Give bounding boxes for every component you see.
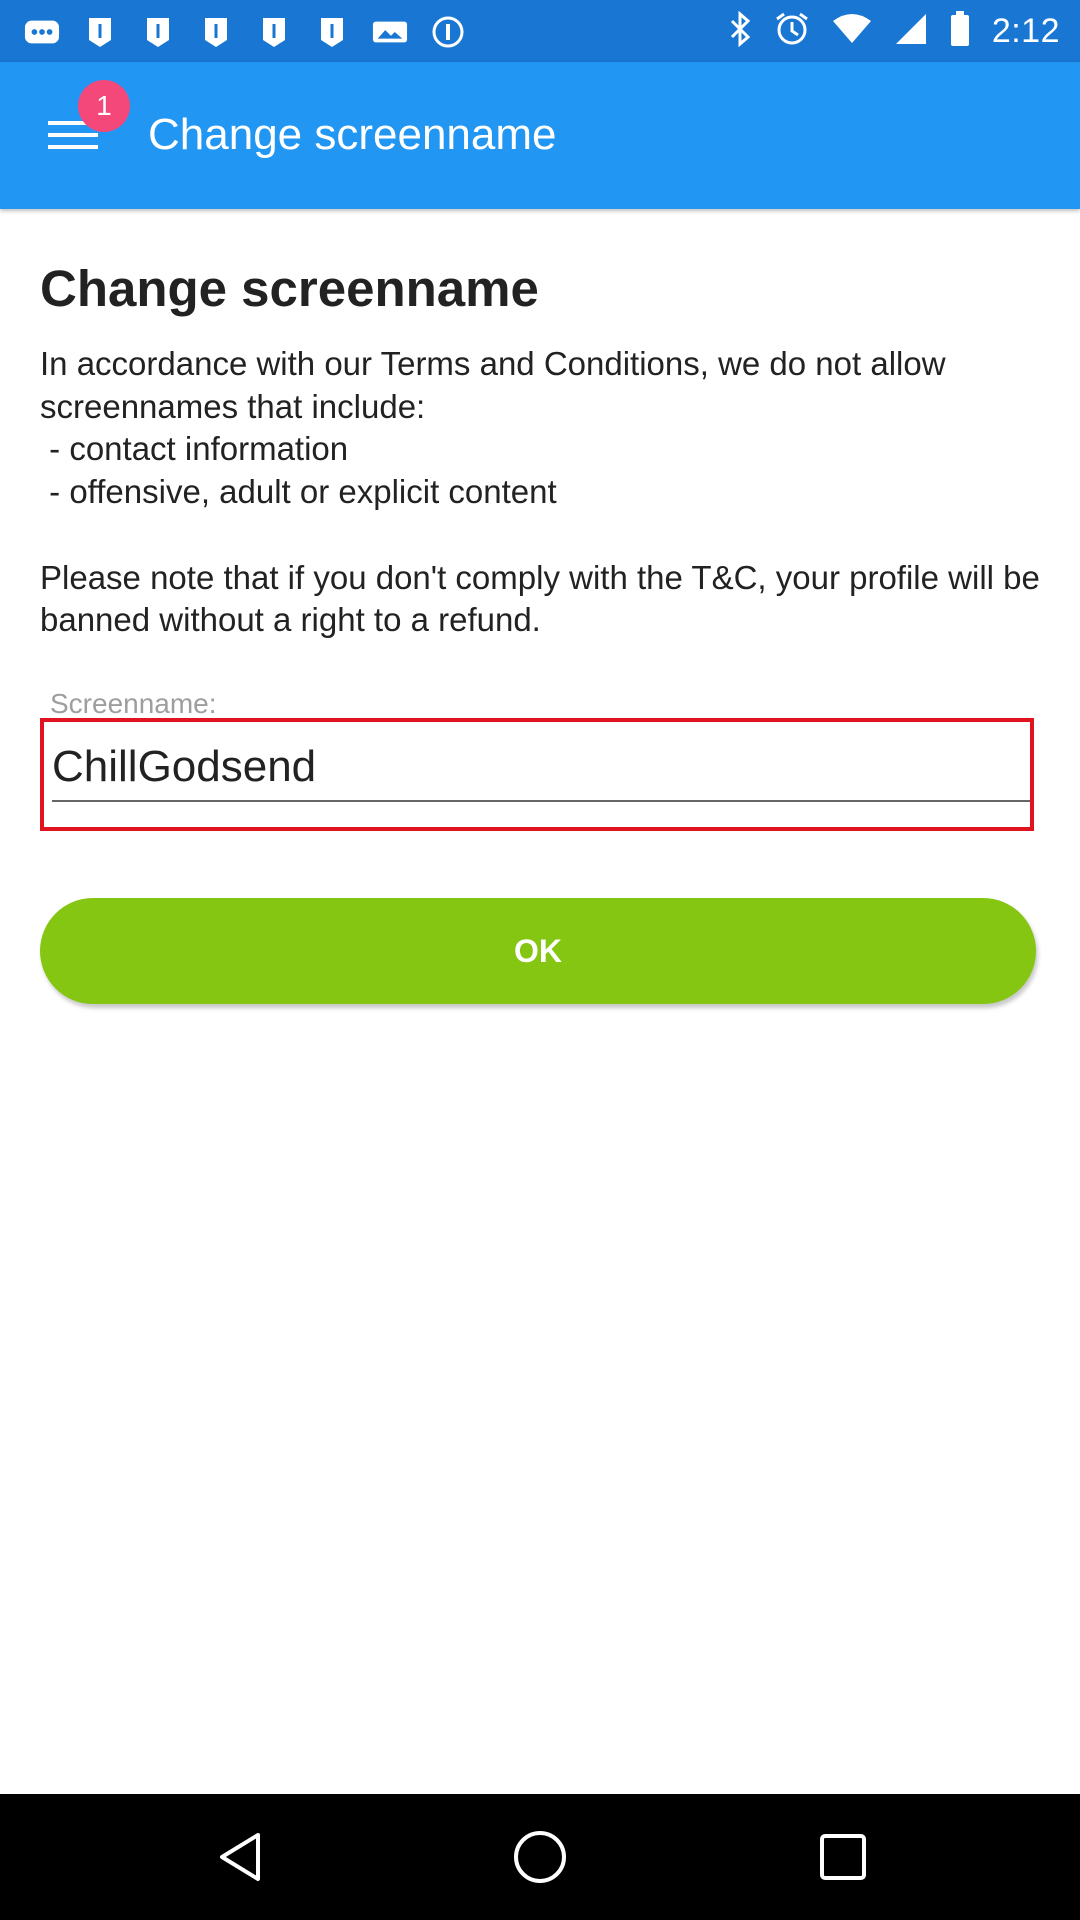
notification-icon xyxy=(314,15,350,49)
status-time: 2:12 xyxy=(991,11,1060,50)
recents-icon xyxy=(817,1831,869,1888)
screenname-label: Screenname: xyxy=(50,688,217,719)
notification-icon xyxy=(198,15,234,49)
home-icon xyxy=(510,1827,570,1892)
image-icon xyxy=(372,15,408,49)
back-button[interactable] xyxy=(200,1819,280,1899)
status-left-icons xyxy=(24,14,466,50)
page-title: Change screenname xyxy=(40,260,539,317)
notification-icon xyxy=(140,15,176,49)
navigation-bar xyxy=(0,1794,1080,1920)
battery-icon xyxy=(950,10,970,52)
wifi-icon xyxy=(832,13,872,50)
status-right-icons: 2:12 xyxy=(728,10,1060,52)
ok-button[interactable]: OK xyxy=(40,898,1036,1004)
main-content: Change screenname In accordance with our… xyxy=(40,209,1040,642)
notification-badge: 1 xyxy=(78,80,130,132)
alarm-icon xyxy=(774,11,810,52)
bluetooth-icon xyxy=(728,10,752,52)
terms-info-text: In accordance with our Terms and Conditi… xyxy=(40,345,1040,639)
app-title: Change screenname xyxy=(148,110,557,159)
notification-icon xyxy=(82,15,118,49)
notification-icon xyxy=(256,15,292,49)
app-bar: 1 Change screenname xyxy=(0,62,1080,209)
status-bar: 2:12 xyxy=(0,0,1080,62)
screenname-input[interactable] xyxy=(52,740,1030,802)
signal-icon xyxy=(894,12,928,51)
recents-button[interactable] xyxy=(803,1819,883,1899)
more-dots-icon xyxy=(24,15,60,49)
info-circle-icon xyxy=(430,15,466,49)
home-button[interactable] xyxy=(500,1819,580,1899)
back-icon xyxy=(212,1829,268,1890)
screenname-highlight-box xyxy=(40,718,1034,831)
